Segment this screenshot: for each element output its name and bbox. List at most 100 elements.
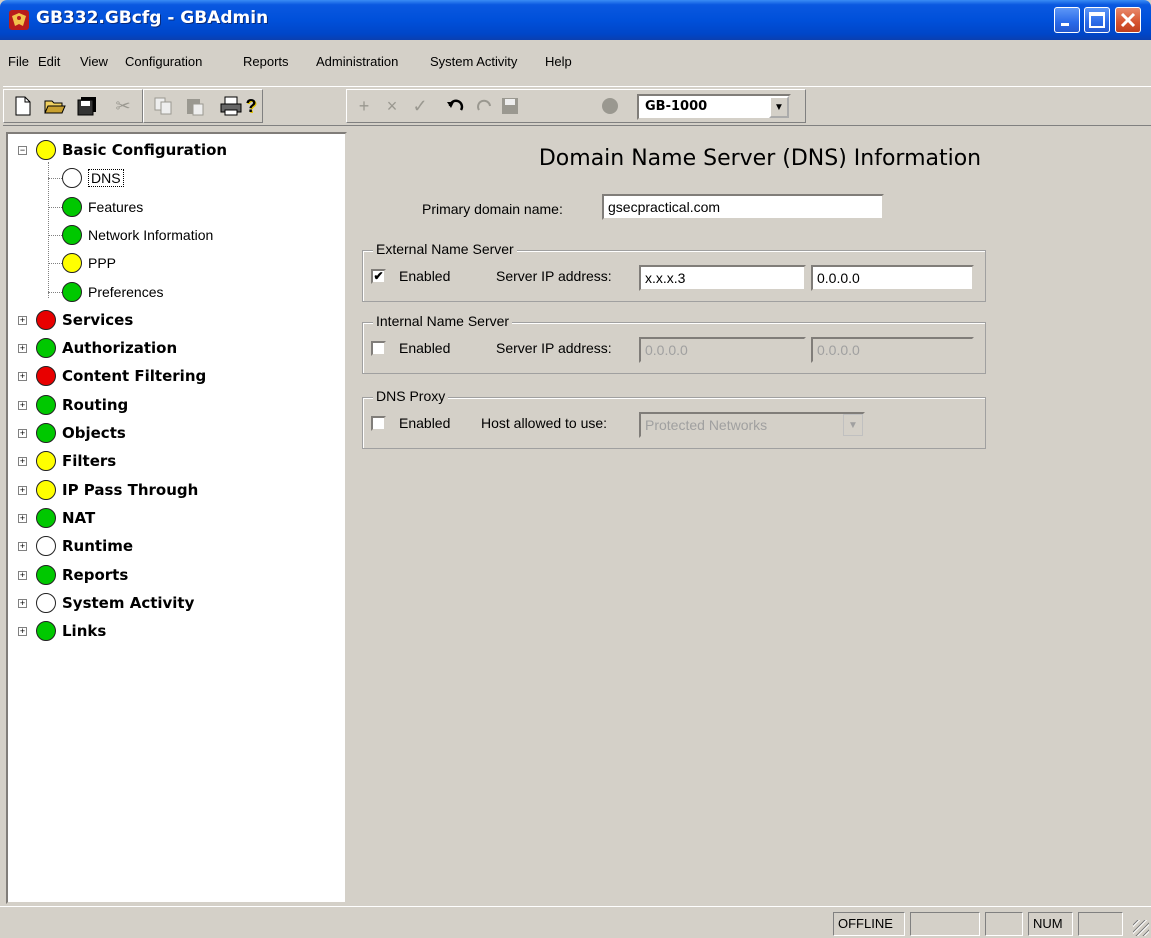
status-circle-icon [36,338,56,358]
primary-domain-input[interactable]: gsecpractical.com [602,194,884,220]
tree-expander-icon[interactable]: + [18,457,27,466]
device-select[interactable]: GB-1000 ▼ [637,94,791,120]
tree-node[interactable]: Authorization [36,336,177,360]
status-mode: OFFLINE [833,912,905,936]
maximize-button[interactable] [1084,7,1110,33]
external-enabled-checkbox[interactable]: ✔ [371,269,386,284]
external-ip2-input[interactable]: 0.0.0.0 [811,265,974,291]
dns-proxy-title: DNS Proxy [373,388,449,404]
tree-expander-icon[interactable]: + [18,429,27,438]
config-tree: − Basic Configuration DNS Features Network I… [6,132,347,904]
undo-icon[interactable] [443,93,469,119]
status-circle-icon [36,480,56,500]
tree-connector [48,162,49,298]
internal-enabled-checkbox[interactable] [371,341,386,356]
tree-expander-icon[interactable]: + [18,571,27,580]
menu-reports[interactable]: Reports [243,54,289,69]
tree-node[interactable]: System Activity [36,591,194,615]
external-name-server-group: External Name Server ✔ Enabled Server IP… [362,241,986,302]
close-button[interactable] [1115,7,1141,33]
copy-icon[interactable] [150,93,176,119]
menu-administration[interactable]: Administration [316,54,398,69]
status-circle-icon [36,423,56,443]
tree-connector [48,207,62,208]
internal-ip2-input[interactable]: 0.0.0.0 [811,337,974,363]
internal-name-server-group: Internal Name Server Enabled Server IP a… [362,313,986,374]
menu-edit[interactable]: Edit [38,54,60,69]
tree-node[interactable]: Basic Configuration [36,138,227,162]
tree-node[interactable]: DNS [62,166,124,190]
tree-node[interactable]: Links [36,619,106,643]
menu-help[interactable]: Help [545,54,572,69]
new-file-icon[interactable] [10,93,36,119]
menu-file[interactable]: File [8,54,29,69]
tree-node[interactable]: Preferences [62,280,163,304]
tree-node[interactable]: Services [36,308,133,332]
tree-node[interactable]: Content Filtering [36,364,206,388]
tree-node-label: Objects [62,424,126,442]
status-circle-icon [62,197,82,217]
tree-node[interactable]: Runtime [36,534,133,558]
page-title: Domain Name Server (DNS) Information [538,146,982,171]
menu-system-activity[interactable]: System Activity [430,54,517,69]
toolbar: ✂ ? + × ✓ GB-1000 ▼ [3,86,1151,126]
external-ip1-input[interactable]: x.x.x.3 [639,265,806,291]
tree-expander-icon[interactable]: − [18,146,27,155]
delete-icon[interactable]: × [379,93,405,119]
tree-node[interactable]: IP Pass Through [36,478,198,502]
tree-node[interactable]: Routing [36,393,128,417]
proxy-enabled-checkbox[interactable] [371,416,386,431]
menu-configuration[interactable]: Configuration [125,54,202,69]
tree-expander-icon[interactable]: + [18,401,27,410]
tree-node-label: Network Information [88,227,214,243]
app-icon[interactable] [9,10,29,30]
tree-expander-icon[interactable]: + [18,599,27,608]
proxy-host-select[interactable]: Protected Networks ▼ [639,412,865,438]
tree-node[interactable]: PPP [62,251,116,275]
chevron-down-icon[interactable]: ▼ [843,414,863,436]
paste-icon[interactable] [182,93,208,119]
status-circle-icon [36,140,56,160]
tree-node[interactable]: NAT [36,506,95,530]
tree-node-label: Features [88,199,144,215]
status-circle-icon [36,310,56,330]
tree-node-label: Basic Configuration [62,141,228,159]
status-bar: OFFLINE NUM [0,906,1151,938]
minimize-button[interactable] [1054,7,1080,33]
tree-node-label: NAT [62,509,96,527]
tree-node[interactable]: Features [62,195,143,219]
tree-node[interactable]: Reports [36,563,128,587]
status-circle-icon [62,282,82,302]
resize-grip[interactable] [1133,920,1149,936]
tree-expander-icon[interactable]: + [18,486,27,495]
tree-expander-icon[interactable]: + [18,514,27,523]
open-folder-icon[interactable] [42,93,68,119]
internal-server-ip-label: Server IP address: [496,340,612,356]
tree-node[interactable]: Filters [36,449,116,473]
tree-expander-icon[interactable]: + [18,542,27,551]
tree-expander-icon[interactable]: + [18,344,27,353]
status-circle-icon [36,565,56,585]
save-icon[interactable] [497,93,523,119]
tree-expander-icon[interactable]: + [18,627,27,636]
tree-node[interactable]: Objects [36,421,126,445]
tree-node[interactable]: Network Information [62,223,213,247]
chevron-down-icon[interactable]: ▼ [769,96,789,118]
save-all-icon[interactable] [74,93,100,119]
tree-expander-icon[interactable]: + [18,316,27,325]
apply-check-icon[interactable]: ✓ [407,93,433,119]
add-icon[interactable]: + [351,93,377,119]
device-select-value: GB-1000 [645,99,708,114]
external-server-ip-label: Server IP address: [496,268,612,284]
cut-icon[interactable]: ✂ [108,93,138,119]
tree-expander-icon[interactable]: + [18,372,27,381]
internal-enabled-label: Enabled [399,340,451,356]
tree-node-label: Preferences [88,284,164,300]
help-icon[interactable]: ? [238,93,264,119]
internal-ip1-input[interactable]: 0.0.0.0 [639,337,806,363]
menu-view[interactable]: View [80,54,108,69]
status-circle-icon [36,508,56,528]
redo-icon[interactable] [471,93,497,119]
tree-node-label: DNS [88,169,124,187]
record-icon[interactable] [597,93,623,119]
